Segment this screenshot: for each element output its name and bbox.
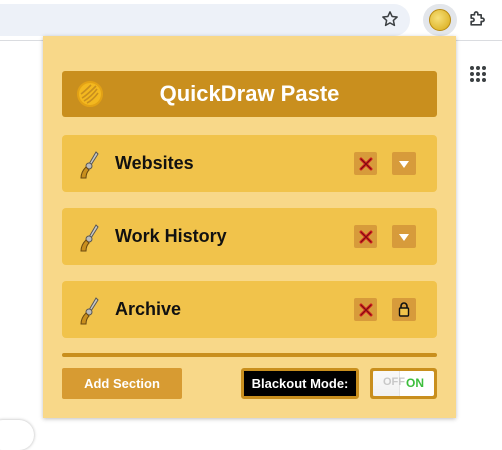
section-archive[interactable]: Archive	[62, 281, 437, 338]
section-label: Websites	[115, 153, 194, 173]
gold-coin-icon	[77, 81, 103, 107]
expand-section-button[interactable]	[392, 152, 416, 175]
section-work-history[interactable]: Work History	[62, 208, 437, 265]
chevron-down-icon	[399, 233, 409, 241]
switch-off-label: OFF	[383, 376, 405, 388]
section-websites[interactable]: Websites	[62, 135, 437, 192]
red-x-icon	[359, 157, 372, 170]
add-section-button[interactable]: Add Section	[62, 368, 182, 399]
gold-coin-icon	[429, 9, 451, 31]
puzzle-icon[interactable]	[466, 8, 488, 30]
delete-section-button[interactable]	[354, 152, 377, 175]
red-x-icon	[359, 230, 372, 243]
switch-track: OFF ON	[373, 371, 434, 396]
apps-grid-icon[interactable]	[470, 66, 486, 82]
page-corner-widget[interactable]	[0, 420, 34, 450]
quickdraw-extension-icon[interactable]	[423, 4, 457, 36]
section-label: Archive	[115, 299, 182, 319]
red-x-icon	[359, 303, 372, 316]
revolver-icon	[80, 151, 99, 179]
lock-icon	[398, 302, 410, 317]
divider	[62, 353, 437, 357]
section-label: Work History	[115, 226, 227, 246]
lock-section-button[interactable]	[392, 298, 416, 321]
switch-on-label: ON	[406, 376, 424, 390]
revolver-icon	[80, 297, 99, 325]
address-bar[interactable]	[0, 4, 410, 36]
revolver-icon	[80, 224, 99, 252]
popup-header: QuickDraw Paste	[62, 71, 437, 117]
star-icon[interactable]	[379, 8, 401, 30]
expand-section-button[interactable]	[392, 225, 416, 248]
delete-section-button[interactable]	[354, 225, 377, 248]
blackout-mode-switch[interactable]: OFF ON	[370, 368, 437, 399]
blackout-mode-label: Blackout Mode:	[241, 368, 359, 399]
extension-popup: QuickDraw Paste Websites Work History Ar…	[43, 36, 456, 418]
browser-menu-edge	[497, 8, 502, 30]
browser-toolbar	[0, 0, 502, 41]
delete-section-button[interactable]	[354, 298, 377, 321]
popup-title: QuickDraw Paste	[159, 81, 340, 106]
chevron-down-icon	[399, 160, 409, 168]
